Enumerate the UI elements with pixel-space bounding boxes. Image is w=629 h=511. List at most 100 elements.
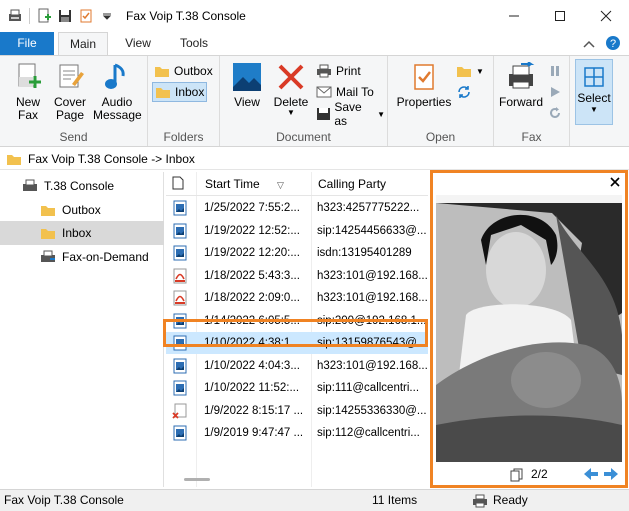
open-folder-button[interactable]: ▼ [454,61,486,81]
new-fax-button[interactable]: New Fax [8,61,48,122]
document-icon[interactable] [172,176,184,192]
print-label: Print [336,64,361,78]
folder-icon [41,229,55,239]
properties-button[interactable]: Properties [394,61,454,109]
view-label: View [234,95,260,109]
customize-dropdown-icon[interactable] [98,7,116,25]
window-controls [491,0,629,32]
start-time-cell: 1/9/2022 8:15:17 ... [204,404,304,417]
close-button[interactable] [583,0,629,32]
print-button[interactable]: Print [314,61,363,81]
chevron-down-icon: ▼ [377,109,385,119]
tree-item-label: Outbox [62,203,101,217]
forward-button[interactable]: Forward [496,61,546,109]
new-fax-icon[interactable] [35,7,53,25]
start-time-cell: 1/19/2022 12:52:... [204,224,300,237]
table-row[interactable]: 1/10/2022 4:04:3... h323:101@192.168.... [166,355,428,377]
horizontal-scrollbar[interactable] [184,478,210,481]
fax-image-icon [172,358,188,374]
column-start-time[interactable]: Start Time ▽ [205,172,284,196]
folders-group: Outbox Inbox Folders [148,56,220,146]
fax-group: Forward Fax [494,56,570,146]
printer-icon [317,64,331,78]
delete-icon [275,61,307,93]
select-grid-icon [584,67,604,87]
table-row[interactable]: 1/18/2022 2:09:0... h323:101@192.168.... [166,287,428,309]
table-row[interactable]: 1/25/2022 7:55:2... h323:4257775222... [166,197,428,219]
minimize-button[interactable] [491,0,537,32]
tab-main[interactable]: Main [58,32,108,56]
printer-icon [472,493,488,509]
tree-item-fax-on-demand[interactable]: Fax-on-Demand [0,245,164,269]
view-button[interactable]: View [226,61,268,109]
fax-image-icon [172,245,188,261]
refresh-button[interactable] [454,82,474,102]
tab-file[interactable]: File [0,32,54,55]
folder-icon [7,154,21,165]
delete-button[interactable]: Delete ▼ [270,61,312,117]
maximize-button[interactable] [537,0,583,32]
next-page-icon[interactable] [603,467,619,484]
select-label: Select [577,91,611,105]
status-state: Ready [493,493,528,507]
page-indicator: 2/2 [531,467,548,481]
fax-preview-image [436,195,622,462]
sort-arrow-icon: ▽ [277,180,284,190]
properties-icon[interactable] [77,7,95,25]
start-time-cell: 1/9/2019 9:47:47 ... [204,427,304,439]
save-as-label: Save as [334,100,362,128]
tab-tools[interactable]: Tools [168,32,220,55]
mail-to-button[interactable]: Mail To [314,82,376,102]
tree-item-outbox[interactable]: Outbox [0,198,164,222]
play-button[interactable] [546,82,564,102]
folder-icon [156,88,170,98]
table-row[interactable]: 1/9/2022 8:15:17 ... sip:14255336330@... [166,400,428,422]
help-icon[interactable]: ? [605,35,621,54]
pdf-icon [172,268,188,284]
status-bar: Fax Voip T.38 Console 11 Items Ready [0,489,629,511]
retry-button[interactable] [546,103,564,123]
send-group-label: Send [59,130,88,144]
new-fax-icon [12,61,44,93]
tree-item-console[interactable]: T.38 Console [0,174,164,198]
column-calling-party[interactable]: Calling Party [318,172,386,196]
save-as-button[interactable]: Save as ▼ [314,100,387,128]
table-row[interactable]: 1/9/2019 9:47:47 ... sip:112@callcentri..… [166,422,428,444]
tab-view[interactable]: View [115,32,161,55]
tree-item-label: Fax-on-Demand [62,250,149,264]
refresh-icon [458,86,470,98]
outbox-button[interactable]: Outbox [152,61,215,81]
cover-page-button[interactable]: Cover Page [50,61,90,122]
collapse-ribbon-icon[interactable] [583,37,595,52]
audio-message-label: Audio Message [93,95,142,122]
chevron-down-icon: ▼ [590,105,598,114]
calling-party-cell: h323:101@192.168.... [317,359,427,372]
start-time-cell: 1/18/2022 5:43:3... [204,269,300,282]
calling-party-cell: h323:4257775222... [317,202,420,214]
select-button[interactable]: Select ▼ [575,59,613,125]
mail-to-label: Mail To [336,85,374,99]
fax-machine-icon[interactable] [6,7,24,25]
breadcrumb-text: Fax Voip T.38 Console -> Inbox [28,151,195,166]
save-icon [317,108,330,120]
table-row[interactable]: 1/19/2022 12:52:... sip:14254456633@... [166,220,428,242]
send-group: New Fax Cover Page Audio Message Send [0,56,148,146]
fax-image-icon [172,380,188,396]
outbox-label: Outbox [174,64,213,78]
tree-item-inbox[interactable]: Inbox [0,221,164,245]
fax-forward-icon [505,61,537,93]
inbox-button[interactable]: Inbox [152,82,208,102]
forward-label: Forward [498,95,543,109]
new-fax-label: New Fax [15,95,40,122]
calling-party-cell: isdn:13195401289 [317,247,412,259]
audio-message-button[interactable]: Audio Message [92,61,142,122]
save-icon[interactable] [56,7,74,25]
table-row[interactable]: 1/19/2022 12:20:... isdn:13195401289 [166,242,428,264]
previous-page-icon[interactable] [583,467,599,484]
close-preview-icon[interactable] [609,176,621,188]
pause-button[interactable] [546,61,564,81]
folder-icon [41,206,55,216]
table-row[interactable]: 1/18/2022 5:43:3... h323:101@192.168.... [166,265,428,287]
document-group: View Delete ▼ Print Mail To Save as ▼ Do… [220,56,388,146]
table-row[interactable]: 1/10/2022 11:52:... sip:111@callcentri... [166,377,428,399]
